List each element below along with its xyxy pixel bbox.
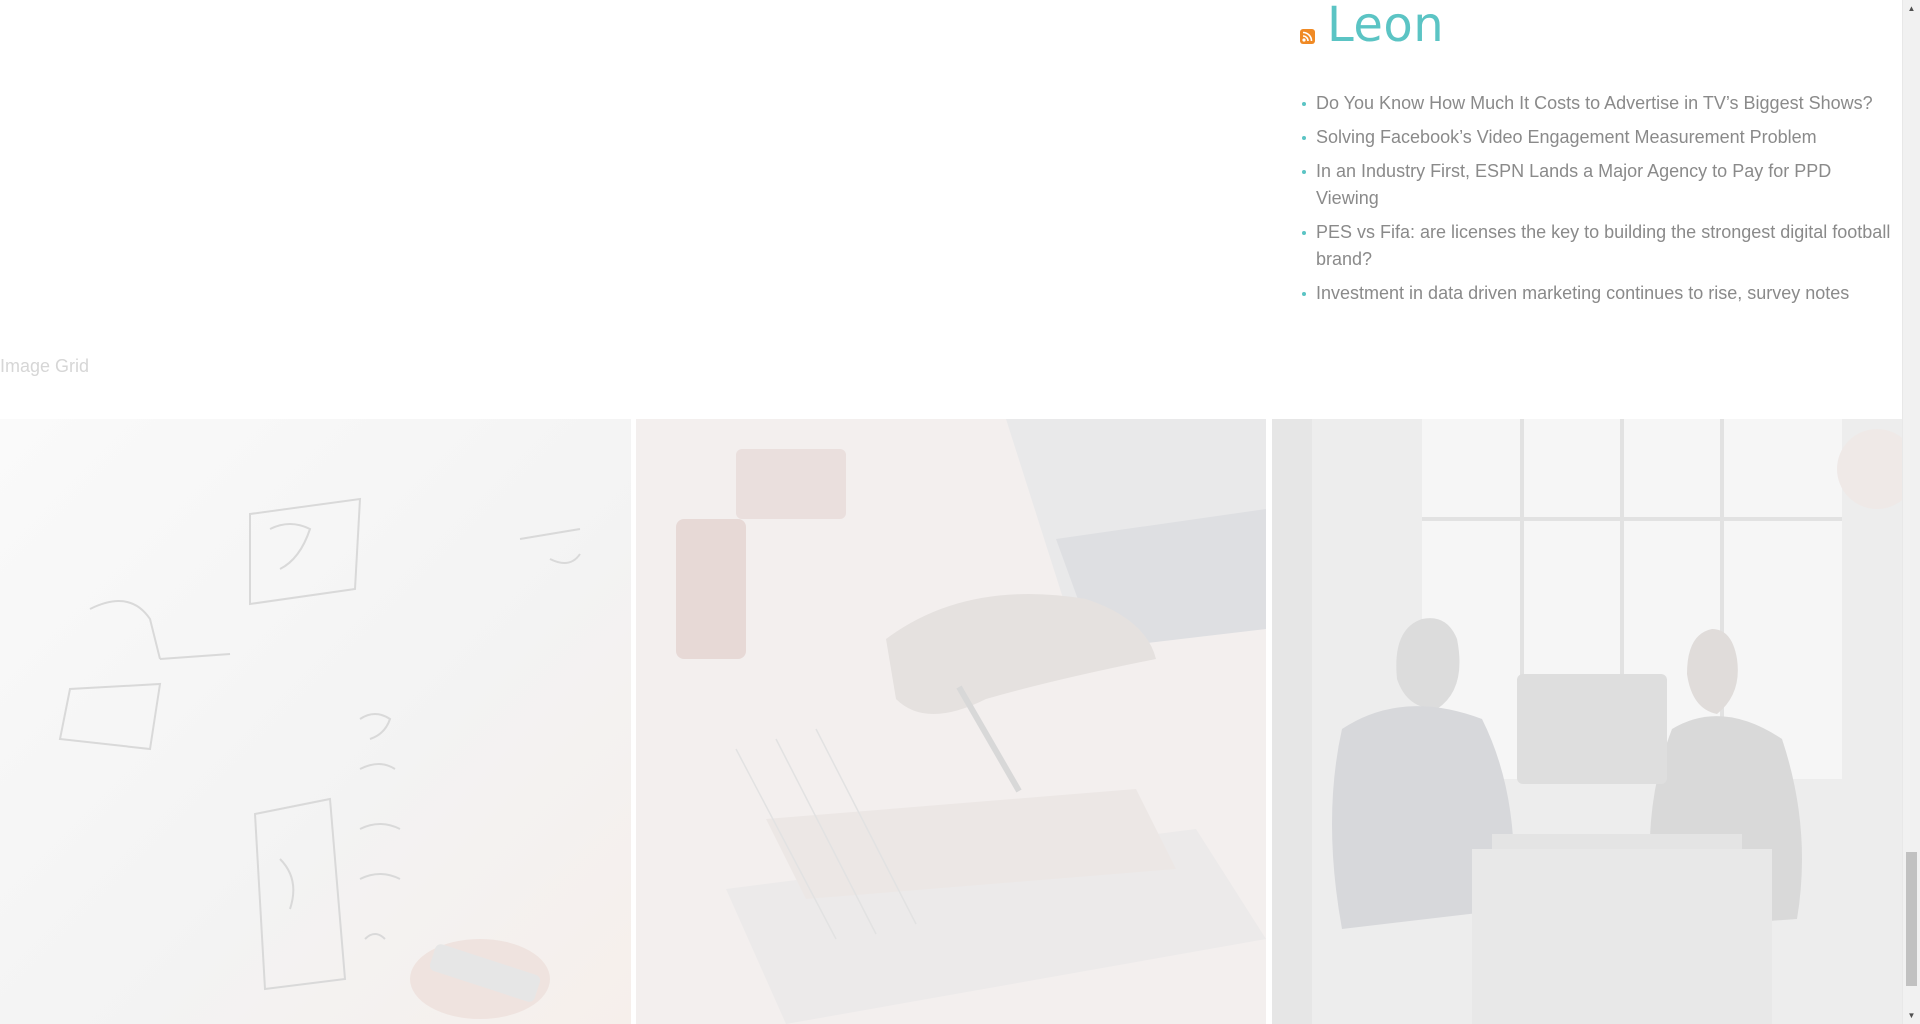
rss-item-link[interactable]: Do You Know How Much It Costs to Adverti… xyxy=(1316,93,1873,113)
rss-item-link[interactable]: PES vs Fifa: are licenses the key to bui… xyxy=(1316,222,1890,269)
image-grid xyxy=(0,419,1903,1024)
rss-list-item: In an Industry First, ESPN Lands a Major… xyxy=(1300,158,1896,212)
whiteboard-sketch-image[interactable] xyxy=(0,419,631,1024)
desk-writing-image[interactable] xyxy=(636,419,1266,1024)
rss-title-row: Leon xyxy=(1300,0,1896,50)
meeting-laptop-image[interactable] xyxy=(1272,419,1903,1024)
rss-list-item: Solving Facebook’s Video Engagement Meas… xyxy=(1300,124,1896,151)
image-grid-heading: Image Grid xyxy=(0,356,90,376)
rss-feed-title-link[interactable]: Leon xyxy=(1327,0,1444,50)
scroll-up-arrow-icon[interactable]: ▲ xyxy=(1903,0,1920,17)
scrollbar-thumb[interactable] xyxy=(1906,852,1917,986)
rss-list-item: PES vs Fifa: are licenses the key to bui… xyxy=(1300,219,1896,273)
rss-item-link[interactable]: In an Industry First, ESPN Lands a Major… xyxy=(1316,161,1831,208)
scroll-down-arrow-icon[interactable]: ▼ xyxy=(1903,1007,1920,1024)
rss-list-item: Investment in data driven marketing cont… xyxy=(1300,280,1896,307)
rss-item-list: Do You Know How Much It Costs to Adverti… xyxy=(1300,90,1896,307)
rss-widget: Leon Do You Know How Much It Costs to Ad… xyxy=(1300,0,1896,314)
page: Leon Do You Know How Much It Costs to Ad… xyxy=(0,0,1920,1024)
rss-item-link[interactable]: Investment in data driven marketing cont… xyxy=(1316,283,1849,303)
rss-list-item: Do You Know How Much It Costs to Adverti… xyxy=(1300,90,1896,117)
rss-feed-icon[interactable] xyxy=(1300,29,1315,44)
rss-item-link[interactable]: Solving Facebook’s Video Engagement Meas… xyxy=(1316,127,1817,147)
vertical-scrollbar[interactable]: ▲ ▼ xyxy=(1902,0,1920,1024)
